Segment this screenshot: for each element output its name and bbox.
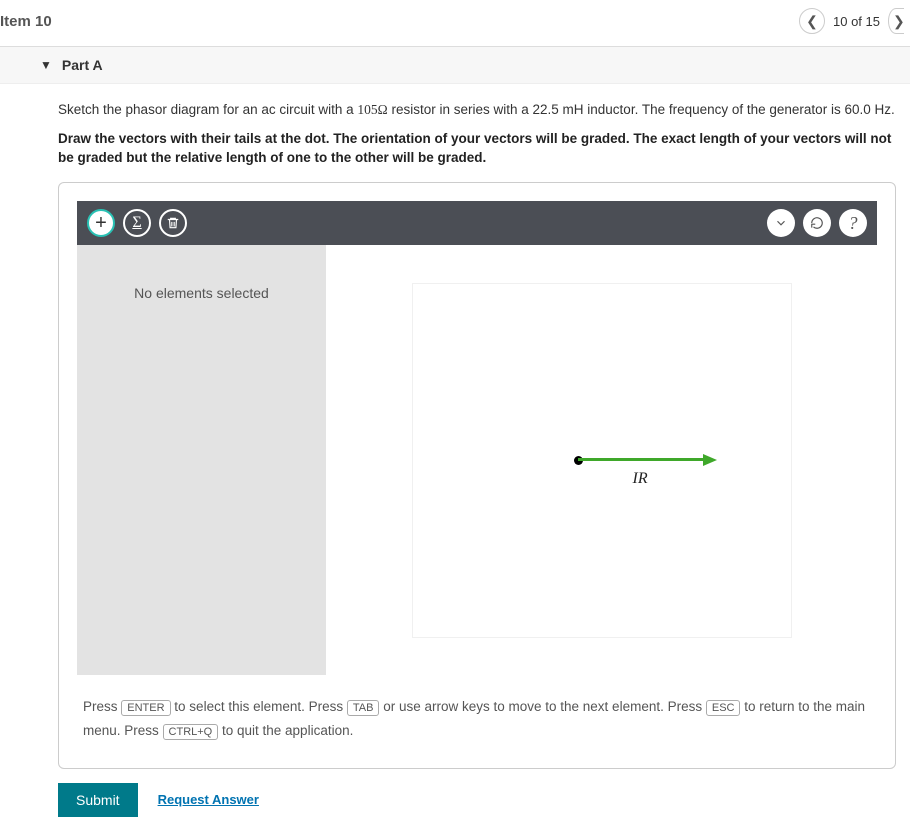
kbd-tab: TAB	[347, 700, 380, 716]
next-button[interactable]: ❯	[888, 8, 904, 34]
sigma-button[interactable]: Σ	[123, 209, 151, 237]
reset-button[interactable]	[803, 209, 831, 237]
help-button[interactable]: ?	[839, 209, 867, 237]
vector-label: IR	[633, 470, 648, 488]
instruction-text: Draw the vectors with their tails at the…	[58, 130, 896, 168]
drawing-widget: + Σ ? No eleme	[58, 182, 896, 769]
submit-button[interactable]: Submit	[58, 783, 138, 817]
keyboard-hints: Press ENTER to select this element. Pres…	[77, 675, 877, 750]
kbd-ctrlq: CTRL+Q	[163, 724, 219, 740]
kbd-esc: ESC	[706, 700, 741, 716]
add-element-button[interactable]: +	[87, 209, 115, 237]
question-text: Sketch the phasor diagram for an ac circ…	[58, 100, 896, 120]
item-title: Item 10	[0, 13, 52, 30]
sidebar-empty-text: No elements selected	[134, 285, 269, 301]
request-answer-link[interactable]: Request Answer	[158, 792, 259, 807]
part-label: Part A	[62, 57, 103, 73]
collapse-caret-icon: ▼	[40, 58, 52, 72]
drawing-toolbar: + Σ ?	[77, 201, 877, 245]
vector-line[interactable]	[578, 458, 706, 461]
elements-sidebar: No elements selected	[77, 245, 326, 675]
delete-button[interactable]	[159, 209, 187, 237]
options-dropdown-button[interactable]	[767, 209, 795, 237]
progress-indicator: 10 of 15	[833, 14, 880, 29]
vector-arrowhead-icon[interactable]	[703, 454, 717, 466]
kbd-enter: ENTER	[121, 700, 170, 716]
drawing-canvas[interactable]: IR	[326, 245, 877, 675]
part-header[interactable]: ▼ Part A	[0, 47, 910, 84]
prev-button[interactable]: ❮	[799, 8, 825, 34]
